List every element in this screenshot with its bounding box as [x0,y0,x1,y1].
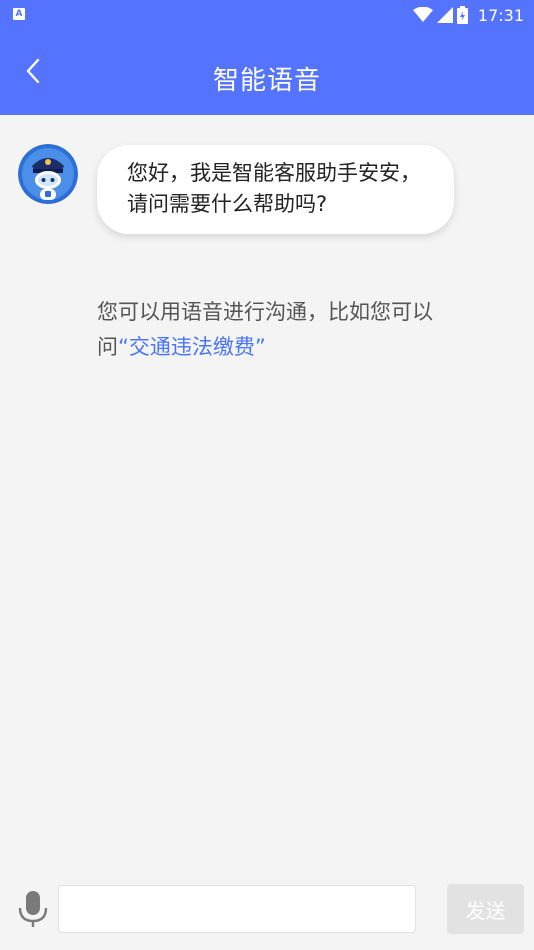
bot-message-text: 您好，我是智能客服助手安安，请问需要什么帮助吗? [127,161,421,216]
police-robot-icon [18,144,78,204]
bot-avatar [18,144,78,204]
suggestion-link[interactable]: “交通违法缴费” [118,335,266,359]
status-bar: A 17:31 [0,0,534,30]
notification-icon: A [13,8,25,20]
cellular-signal-icon [436,7,453,23]
wifi-icon [412,7,433,22]
microphone-icon [18,891,48,927]
status-indicators: 17:31 [412,3,524,27]
send-button[interactable]: 发送 [447,884,524,934]
page-title: 智能语音 [212,66,321,96]
voice-input-button[interactable] [16,890,50,928]
battery-icon [456,6,468,24]
app-bar: 智能语音 [0,30,534,115]
voice-hint: 您可以用语音进行沟通，比如您可以问“交通违法缴费” [97,295,457,365]
bot-message-bubble: 您好，我是智能客服助手安安，请问需要什么帮助吗? [97,145,454,234]
message-input[interactable] [58,885,416,933]
status-time: 17:31 [477,5,524,25]
